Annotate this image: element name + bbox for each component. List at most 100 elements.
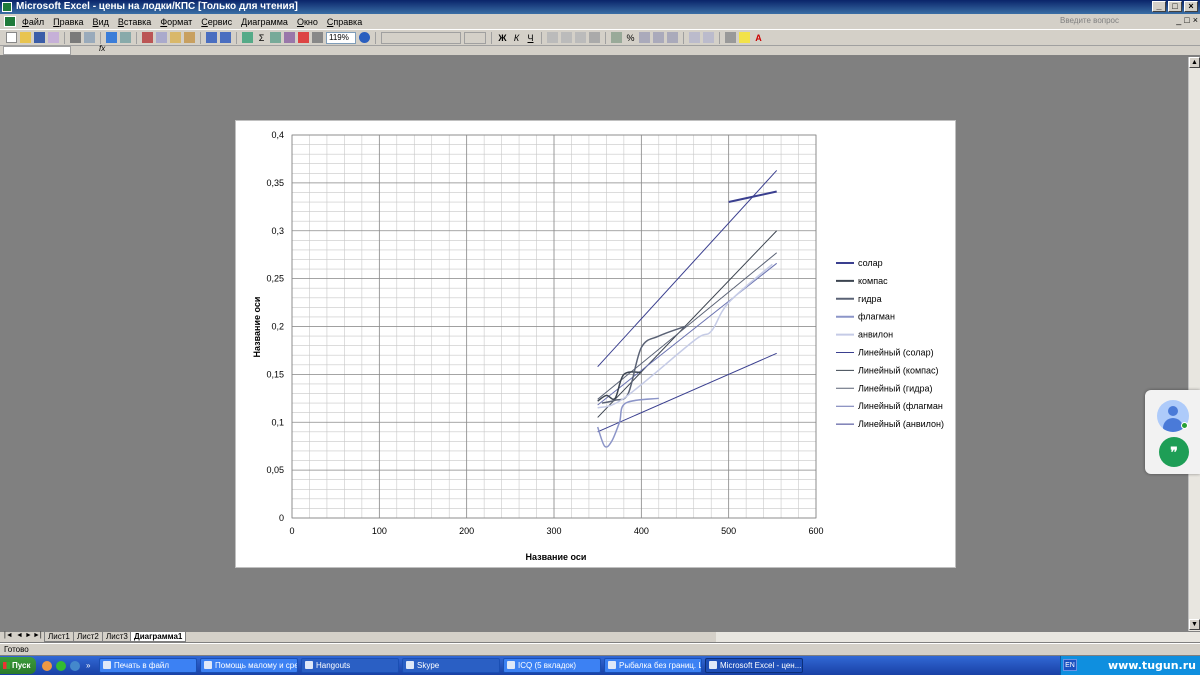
font-size-select[interactable]: [464, 31, 486, 44]
menu-help[interactable]: Справка: [327, 17, 362, 27]
doc-restore-button[interactable]: □: [1184, 15, 1189, 25]
doc-close-button[interactable]: ×: [1193, 15, 1198, 25]
sort-desc-icon[interactable]: [284, 32, 295, 43]
font-color-icon[interactable]: A: [753, 33, 764, 43]
y-axis-title[interactable]: Название оси: [252, 297, 262, 358]
start-button[interactable]: Пуск: [0, 657, 36, 674]
separator: [375, 31, 376, 44]
italic-button[interactable]: К: [511, 33, 522, 43]
axes: 0 100 200 300 400 500 600 0 0,05 0,1 0,15 0,2 0,25 0,…: [266, 130, 823, 536]
increase-indent-icon[interactable]: [703, 32, 714, 43]
horizontal-scrollbar[interactable]: [716, 632, 1200, 642]
menu-edit[interactable]: Правка: [53, 17, 83, 27]
taskbar-icq[interactable]: ICQ (5 вкладок): [503, 658, 601, 673]
permission-icon[interactable]: [48, 32, 59, 43]
cut-icon[interactable]: [142, 32, 153, 43]
font-select[interactable]: [381, 31, 461, 44]
drawing-icon[interactable]: [312, 32, 323, 43]
language-indicator[interactable]: EN: [1063, 659, 1077, 671]
autosum-icon[interactable]: Σ: [256, 33, 267, 43]
taskbar-skype[interactable]: Skype: [402, 658, 500, 673]
bold-button[interactable]: Ж: [497, 33, 508, 43]
tab-sheet2[interactable]: Лист2: [73, 632, 103, 642]
tab-sheet3[interactable]: Лист3: [102, 632, 132, 642]
menu-view[interactable]: Вид: [93, 17, 109, 27]
decrease-indent-icon[interactable]: [689, 32, 700, 43]
hangouts-icon[interactable]: ❞: [1159, 437, 1189, 467]
series-line-1[interactable]: [597, 371, 642, 402]
borders-icon[interactable]: [725, 32, 736, 43]
fx-icon[interactable]: fx: [99, 44, 105, 53]
next-sheet-icon[interactable]: ►: [25, 632, 32, 639]
tab-sheet1[interactable]: Лист1: [44, 632, 74, 642]
maximize-button[interactable]: □: [1168, 1, 1182, 12]
align-right-icon[interactable]: [575, 32, 586, 43]
doc-minimize-button[interactable]: _: [1176, 15, 1181, 25]
quicklaunch-icon[interactable]: [70, 660, 80, 671]
menu-format[interactable]: Формат: [160, 17, 192, 27]
close-button[interactable]: ×: [1184, 1, 1198, 12]
chart-area[interactable]: 0 100 200 300 400 500 600 0 0,05 0,1 0,15 0,2 0,25 0,…: [235, 120, 956, 568]
underline-button[interactable]: Ч: [525, 33, 536, 43]
legend[interactable]: солар компас гидра флагман анвилон Линейный (…: [836, 258, 944, 429]
copy-icon[interactable]: [156, 32, 167, 43]
merge-center-icon[interactable]: [589, 32, 600, 43]
help-search-input[interactable]: Введите вопрос: [1060, 15, 1160, 27]
chart-wizard-icon[interactable]: [298, 32, 309, 43]
taskbar-excel[interactable]: Microsoft Excel - цен...: [705, 658, 803, 673]
series-line-0[interactable]: [728, 190, 777, 204]
align-left-icon[interactable]: [547, 32, 558, 43]
menu-chart[interactable]: Диаграмма: [241, 17, 288, 27]
hyperlink-icon[interactable]: [242, 32, 253, 43]
print-icon[interactable]: [70, 32, 81, 43]
more-quicklaunch-icon[interactable]: »: [86, 661, 96, 670]
name-box[interactable]: [3, 46, 71, 55]
prev-sheet-icon[interactable]: ◄: [16, 632, 23, 639]
x-axis-title[interactable]: Название оси: [526, 552, 587, 562]
increase-decimal-icon[interactable]: [653, 32, 664, 43]
comma-style-icon[interactable]: [639, 32, 650, 43]
trendline-0[interactable]: [597, 170, 778, 368]
last-sheet-icon[interactable]: ►|: [33, 632, 42, 639]
format-painter-icon[interactable]: [184, 32, 195, 43]
new-icon[interactable]: [6, 32, 17, 43]
percent-icon[interactable]: %: [625, 33, 636, 43]
redo-icon[interactable]: [220, 32, 231, 43]
save-icon[interactable]: [34, 32, 45, 43]
undo-icon[interactable]: [206, 32, 217, 43]
print-preview-icon[interactable]: [84, 32, 95, 43]
scroll-up-icon[interactable]: ▲: [1189, 57, 1200, 68]
open-icon[interactable]: [20, 32, 31, 43]
scroll-down-icon[interactable]: ▼: [1189, 619, 1200, 630]
align-center-icon[interactable]: [561, 32, 572, 43]
paste-icon[interactable]: [170, 32, 181, 43]
spelling-icon[interactable]: [106, 32, 117, 43]
taskbar-fishing[interactable]: Рыбалка без границ. Ц...: [604, 658, 702, 673]
vertical-scrollbar[interactable]: ▲ ▼: [1188, 57, 1200, 631]
fill-color-icon[interactable]: [739, 32, 750, 43]
taskbar-help-sme[interactable]: Помощь малому и сред...: [200, 658, 298, 673]
tab-chart1[interactable]: Диаграмма1: [130, 632, 187, 642]
currency-icon[interactable]: [611, 32, 622, 43]
document-icon[interactable]: [4, 16, 16, 27]
help-icon[interactable]: [359, 32, 370, 43]
trendline-2[interactable]: [597, 252, 778, 400]
sort-asc-icon[interactable]: [270, 32, 281, 43]
series-line-3[interactable]: [596, 397, 659, 448]
x-tick-label: 200: [459, 526, 474, 536]
menu-insert[interactable]: Вставка: [118, 17, 151, 27]
first-sheet-icon[interactable]: |◄: [4, 632, 13, 639]
trendline-1[interactable]: [597, 230, 778, 418]
decrease-decimal-icon[interactable]: [667, 32, 678, 43]
taskbar-hangouts[interactable]: Hangouts: [301, 658, 399, 673]
menu-tools[interactable]: Сервис: [201, 17, 232, 27]
zoom-select[interactable]: 119%: [326, 31, 356, 44]
menu-file[interactable]: Файл: [22, 17, 44, 27]
research-icon[interactable]: [120, 32, 131, 43]
chrome-icon[interactable]: [42, 660, 52, 671]
legend-label: гидра: [858, 294, 882, 304]
minimize-button[interactable]: _: [1152, 1, 1166, 12]
menu-window[interactable]: Окно: [297, 17, 318, 27]
icq-icon[interactable]: [56, 660, 66, 671]
taskbar-print[interactable]: Печать в файл: [99, 658, 197, 673]
